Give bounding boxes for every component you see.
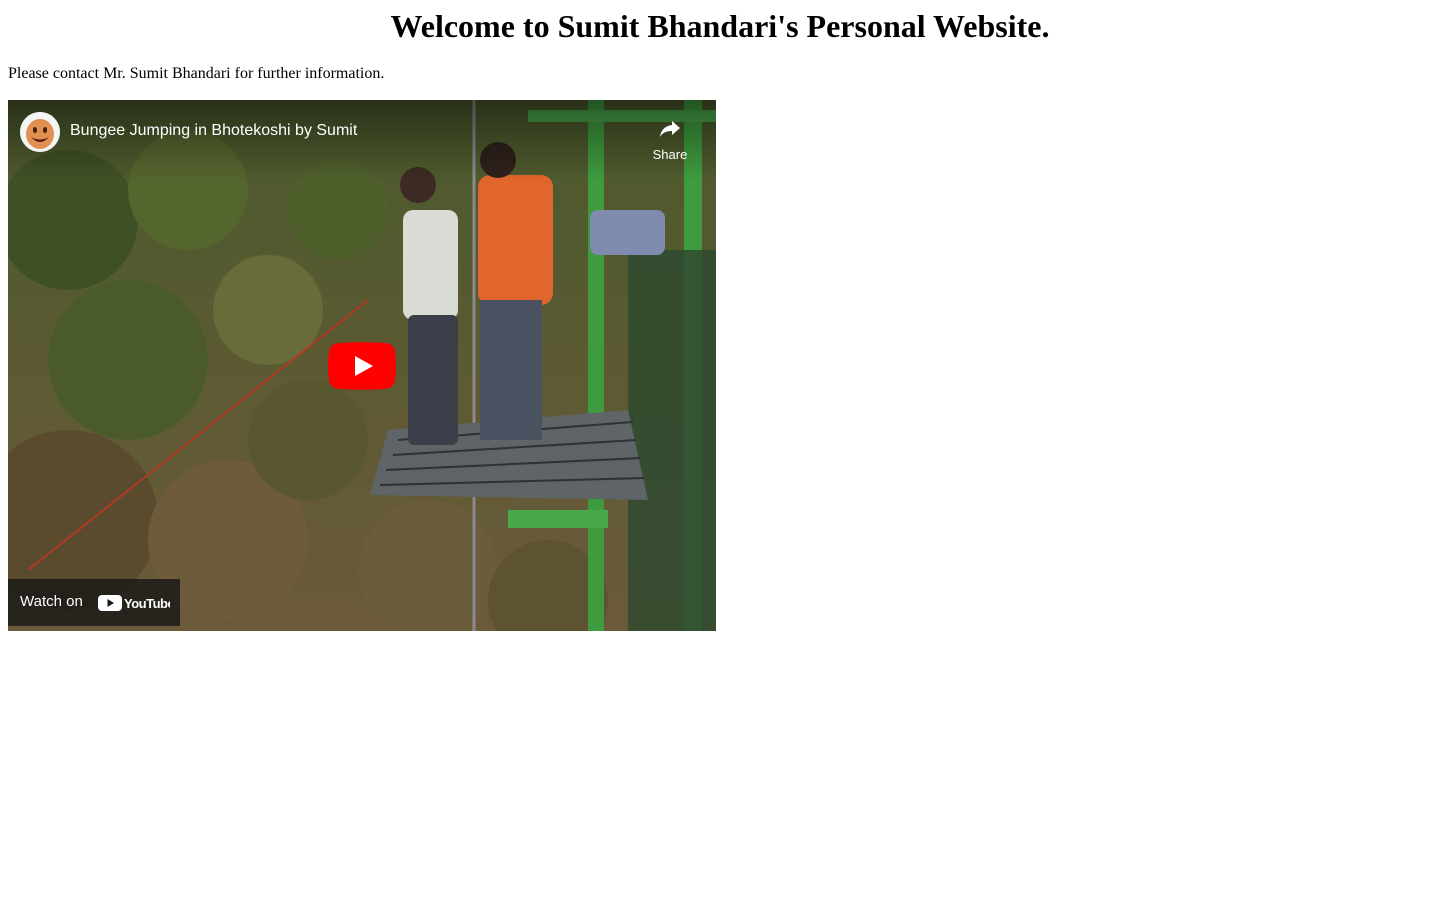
watch-on-youtube-button[interactable]: Watch on YouTube xyxy=(8,579,180,626)
channel-avatar-icon[interactable] xyxy=(20,112,60,152)
youtube-wordmark: YouTube xyxy=(124,596,170,611)
play-button-icon xyxy=(328,342,396,390)
share-label: Share xyxy=(652,147,688,162)
youtube-logo-icon: YouTube xyxy=(98,595,170,611)
video-title[interactable]: Bungee Jumping in Bhotekoshi by Sumit xyxy=(70,122,357,140)
contact-text: Please contact Mr. Sumit Bhandari for fu… xyxy=(8,65,385,82)
youtube-embed[interactable]: Bungee Jumping in Bhotekoshi by Sumit Sh… xyxy=(8,100,716,631)
page-heading: Welcome to Sumit Bhandari's Personal Web… xyxy=(390,8,1050,44)
page: Welcome to Sumit Bhandari's Personal Web… xyxy=(0,0,1440,900)
share-button[interactable]: Share xyxy=(648,112,692,162)
watch-on-label: Watch on xyxy=(20,593,83,610)
play-button[interactable] xyxy=(328,342,396,390)
share-arrow-icon xyxy=(660,121,680,137)
title-overlay xyxy=(8,100,716,180)
